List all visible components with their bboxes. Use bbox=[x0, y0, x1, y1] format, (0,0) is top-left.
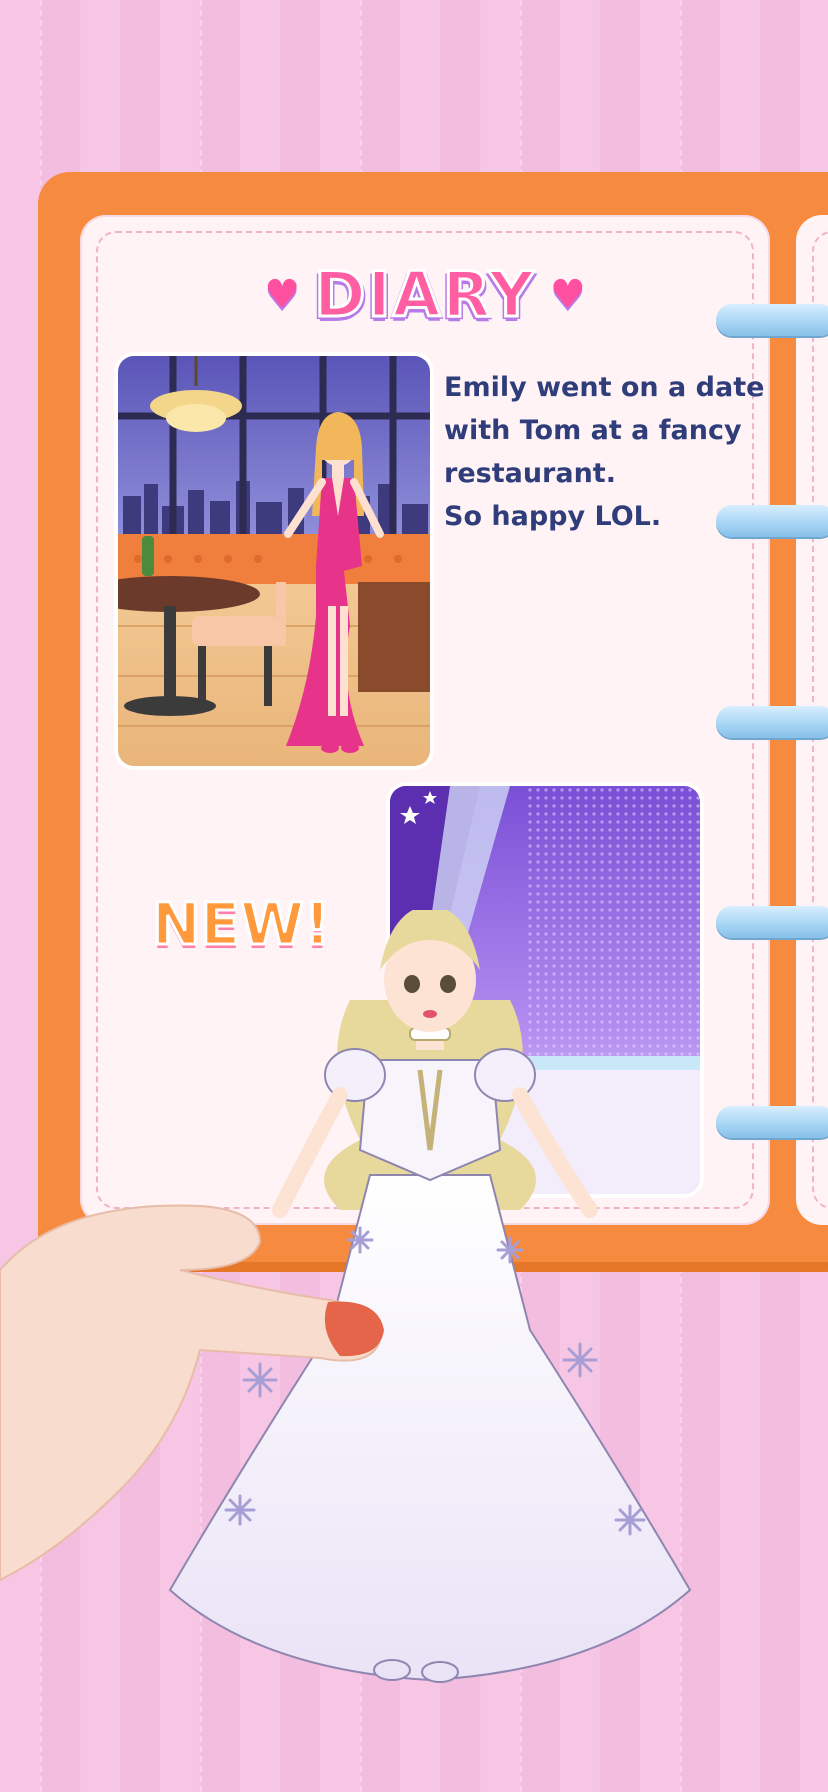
diary-entry-text: Emily went on a date with Tom at a fancy… bbox=[444, 372, 765, 532]
diary-title: DIARY bbox=[313, 257, 536, 333]
heart-icon: ♥ bbox=[264, 271, 301, 318]
diary-header: ♥ DIARY ♥ bbox=[0, 257, 828, 333]
heart-icon: ♥ bbox=[549, 271, 586, 318]
binder-ring bbox=[716, 706, 828, 738]
binder-ring bbox=[716, 1106, 828, 1138]
hand-pointer bbox=[0, 1204, 384, 1582]
diary-photo-restaurant[interactable] bbox=[118, 356, 430, 766]
binder-ring bbox=[716, 906, 828, 938]
